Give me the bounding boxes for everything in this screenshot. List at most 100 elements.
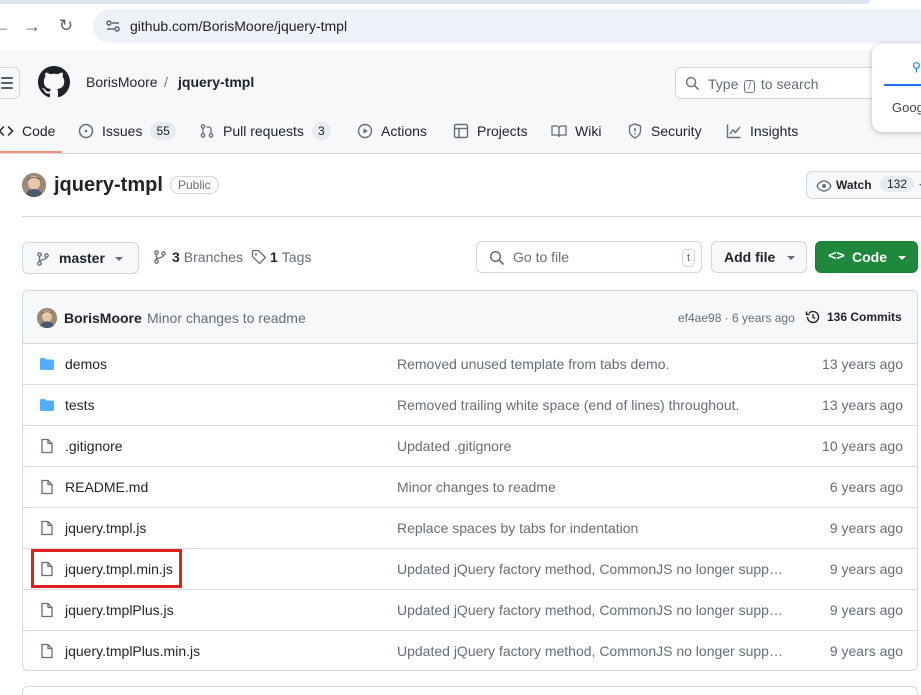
file-commit-message[interactable]: Replace spaces by tabs for indentation [397,520,783,536]
pull-request-icon [200,124,214,138]
tab-security[interactable]: Security [627,120,702,142]
history-icon [805,310,820,324]
tab-issues[interactable]: Issues 55 [78,120,176,142]
file-icon [41,438,53,454]
menu-button[interactable] [0,67,20,99]
file-name-link[interactable]: .gitignore [65,438,123,454]
file-commit-age: 6 years ago [829,479,903,495]
table-row: README.md Minor changes to readme 6 years … [23,467,917,508]
tab-label: Wiki [575,123,602,139]
go-to-file-shortcut: t [681,249,695,267]
tab-label: Actions [381,123,427,139]
search-input[interactable]: Type / to search [675,67,905,99]
commit-author[interactable]: BorisMoore [64,310,142,326]
file-name-link[interactable]: demos [65,356,107,372]
highlight-annotation [31,549,182,588]
tab-label: Security [651,123,702,139]
pull-requests-counter: 3 [311,122,331,140]
popup-icon[interactable]: ⚲ [912,60,921,74]
file-commit-age: 9 years ago [829,602,903,618]
go-to-file-input[interactable]: Go to file t [476,241,702,273]
search-icon [489,250,505,266]
add-file-label: Add file [724,249,776,265]
tab-projects[interactable]: Projects [453,120,528,142]
branch-name: master [59,250,105,266]
popup-text: Goog [892,100,921,115]
code-button[interactable]: <> Code [815,241,918,273]
search-placeholder: Type / to search [708,76,819,93]
tab-strip-edge [0,0,870,4]
tags-count: 1 [270,249,278,265]
chevron-down-icon [115,257,123,261]
shield-icon [628,123,642,139]
reload-icon[interactable]: ↻ [56,16,76,36]
url-text[interactable]: github.com/BorisMoore/jquery-tmpl [130,18,347,34]
tab-code[interactable]: Code [0,120,55,142]
branch-selector[interactable]: master [22,242,139,274]
file-icon [41,643,53,659]
tags-link[interactable]: 1 Tags [251,249,311,265]
repo-title[interactable]: jquery-tmpl [54,174,163,197]
branch-icon [154,250,166,264]
commit-hash-age[interactable]: ef4ae98 · 6 years ago [678,311,795,325]
branch-icon [37,252,49,266]
address-bar[interactable]: github.com/BorisMoore/jquery-tmpl [93,9,921,43]
add-file-button[interactable]: Add file [711,241,807,273]
github-logo-icon[interactable] [38,66,70,98]
breadcrumb-owner[interactable]: BorisMoore [86,74,158,90]
go-to-file-placeholder: Go to file [513,249,570,265]
commits-link[interactable]: 136 Commits [805,309,902,325]
commit-message[interactable]: Minor changes to readme [147,310,306,326]
watch-label: Watch [836,178,872,192]
visibility-badge: Public [170,176,219,194]
file-name-link[interactable]: README.md [65,479,148,495]
table-row: jquery.tmplPlus.min.js Updated jQuery fac… [23,631,917,670]
play-icon [357,123,373,139]
file-commit-message[interactable]: Updated jQuery factory method, CommonJS … [397,643,783,659]
tab-label: Insights [750,123,799,139]
search-icon [685,76,700,91]
repo-header: BorisMoore / jquery-tmpl Type / to searc… [0,50,921,154]
code-icon: <> [828,248,845,264]
file-commit-age: 9 years ago [829,643,903,659]
file-commit-message[interactable]: Updated jQuery factory method, CommonJS … [397,561,783,577]
forward-icon[interactable]: → [22,16,42,36]
readme-panel-edge [22,686,918,695]
search-shortcut-key: / [744,80,756,93]
file-name-link[interactable]: tests [65,397,95,413]
table-row: .gitignore Updated .gitignore 10 years ago [23,426,917,467]
file-commit-message[interactable]: Updated jQuery factory method, CommonJS … [397,602,783,618]
tab-pull-requests[interactable]: Pull requests 3 [199,120,331,142]
file-commit-age: 9 years ago [829,520,903,536]
site-settings-icon[interactable] [105,18,121,34]
tab-insights[interactable]: Insights [726,120,798,142]
table-row: jquery.tmplPlus.js Updated jQuery factory… [23,590,917,631]
file-icon [41,602,53,618]
tag-icon [251,249,267,265]
file-name-link[interactable]: jquery.tmplPlus.min.js [65,643,200,659]
file-commit-message[interactable]: Removed trailing white space (end of lin… [397,397,783,413]
issue-icon [78,123,94,139]
tab-wiki[interactable]: Wiki [551,120,601,142]
section-divider [22,216,921,217]
file-commit-message[interactable]: Minor changes to readme [397,479,783,495]
file-commit-message[interactable]: Updated .gitignore [397,438,783,454]
chevron-down-icon [898,256,906,260]
breadcrumb-separator: / [164,74,168,90]
back-icon[interactable]: ← [0,16,12,36]
tab-actions[interactable]: Actions [357,120,427,142]
file-name-link[interactable]: jquery.tmplPlus.js [65,602,174,618]
tab-label: Projects [477,123,528,139]
breadcrumb-repo[interactable]: jquery-tmpl [178,74,254,90]
popup-tab-indicator [884,84,921,86]
owner-avatar[interactable] [22,173,46,197]
file-table: BorisMoore Minor changes to readme ef4ae… [22,290,918,671]
file-name-link[interactable]: jquery.tmpl.js [65,520,146,536]
watch-count: 132 [880,176,915,192]
watch-button[interactable]: Watch 132 [806,171,921,199]
branches-link[interactable]: 3 Branches [152,249,243,265]
file-commit-message[interactable]: Removed unused template from tabs demo. [397,356,783,372]
commit-author-avatar[interactable] [37,308,57,328]
commits-count: 136 Commits [827,310,902,324]
chevron-down-icon [787,256,795,260]
